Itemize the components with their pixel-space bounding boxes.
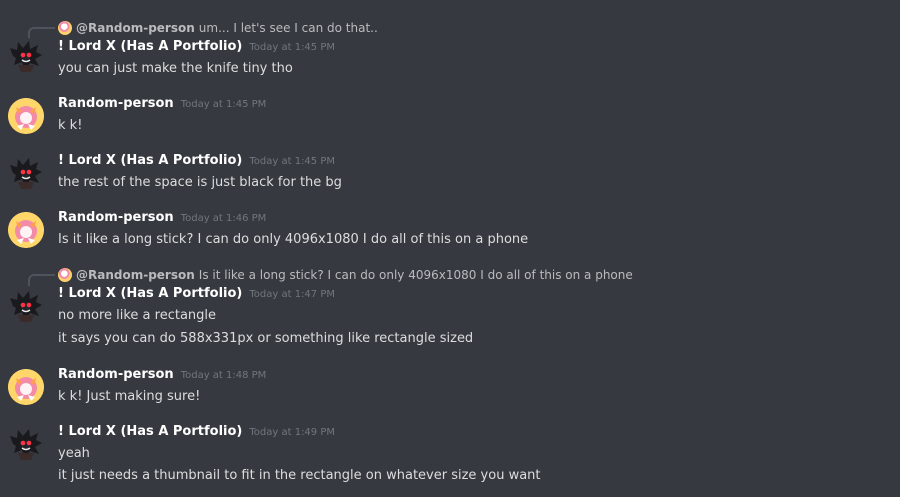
reply-avatar xyxy=(58,21,72,35)
message: ! Lord X (Has A Portfolio) Today at 1:45… xyxy=(0,141,900,199)
lord-x-avatar-art xyxy=(10,41,42,72)
message: @Random-person Is it like a long stick? … xyxy=(0,257,900,360)
message-header: ! Lord X (Has A Portfolio) Today at 1:49… xyxy=(58,424,335,444)
message-text: the rest of the space is just black for … xyxy=(58,175,342,190)
random-person-avatar-art xyxy=(8,369,44,405)
timestamp[interactable]: Today at 1:48 PM xyxy=(181,370,267,381)
reply-connector xyxy=(28,274,55,286)
timestamp[interactable]: Today at 1:45 PM xyxy=(249,156,335,167)
timestamp[interactable]: Today at 1:47 PM xyxy=(249,289,335,300)
message-text: Is it like a long stick? I can do only 4… xyxy=(58,232,529,247)
lord-x-avatar-art xyxy=(10,429,42,460)
message-text: it just needs a thumbnail to fit in the … xyxy=(58,468,541,483)
timestamp[interactable]: Today at 1:45 PM xyxy=(249,42,335,53)
message: Random-person Today at 1:48 PM k k! Just… xyxy=(0,360,900,418)
username[interactable]: Random-person xyxy=(58,210,174,225)
reply-preview[interactable]: @Random-person Is it like a long stick? … xyxy=(28,267,633,286)
message-text: you can just make the knife tiny tho xyxy=(58,61,293,76)
message: Random-person Today at 1:46 PM Is it lik… xyxy=(0,199,900,257)
message-header: Random-person Today at 1:46 PM xyxy=(58,210,266,230)
reply-connector xyxy=(28,27,55,39)
message-text: no more like a rectangle xyxy=(58,308,217,323)
message-text: k k! Just making sure! xyxy=(58,389,201,404)
message: @Random-person um... I let's see I can d… xyxy=(0,0,900,85)
random-person-avatar[interactable] xyxy=(8,98,44,134)
reply-preview[interactable]: @Random-person um... I let's see I can d… xyxy=(28,20,378,39)
random-person-avatar-art xyxy=(8,98,44,134)
message-header: ! Lord X (Has A Portfolio) Today at 1:45… xyxy=(58,153,335,173)
message-text: k k! xyxy=(58,118,83,133)
message: Random-person Today at 1:45 PM k k! xyxy=(0,85,900,141)
timestamp[interactable]: Today at 1:49 PM xyxy=(249,427,335,438)
chat-messages[interactable]: @Random-person um... I let's see I can d… xyxy=(0,0,900,497)
reply-author[interactable]: @Random-person xyxy=(76,21,195,35)
lord-x-avatar-art xyxy=(10,158,42,189)
message-header: ! Lord X (Has A Portfolio) Today at 1:45… xyxy=(58,39,335,59)
username[interactable]: Random-person xyxy=(58,367,174,382)
username[interactable]: ! Lord X (Has A Portfolio) xyxy=(58,153,242,168)
message: ! Lord X (Has A Portfolio) Today at 1:49… xyxy=(0,418,900,497)
random-person-avatar[interactable] xyxy=(8,212,44,248)
username[interactable]: ! Lord X (Has A Portfolio) xyxy=(58,39,242,54)
message-header: Random-person Today at 1:45 PM xyxy=(58,96,266,116)
random-person-avatar[interactable] xyxy=(8,369,44,405)
reply-text[interactable]: um... I let's see I can do that.. xyxy=(199,21,378,35)
reply-author[interactable]: @Random-person xyxy=(76,268,195,282)
lord-x-avatar[interactable] xyxy=(8,288,44,324)
random-person-avatar-art xyxy=(8,212,44,248)
lord-x-avatar[interactable] xyxy=(8,38,44,74)
username[interactable]: ! Lord X (Has A Portfolio) xyxy=(58,424,242,439)
lord-x-avatar-art xyxy=(10,291,42,322)
username[interactable]: ! Lord X (Has A Portfolio) xyxy=(58,286,242,301)
lord-x-avatar[interactable] xyxy=(8,426,44,462)
lord-x-avatar[interactable] xyxy=(8,155,44,191)
message-text: yeah xyxy=(58,446,90,461)
message-header: Random-person Today at 1:48 PM xyxy=(58,367,266,387)
timestamp[interactable]: Today at 1:45 PM xyxy=(181,99,267,110)
username[interactable]: Random-person xyxy=(58,96,174,111)
message-text: it says you can do 588x331px or somethin… xyxy=(58,331,474,346)
reply-avatar xyxy=(58,268,72,282)
message-header: ! Lord X (Has A Portfolio) Today at 1:47… xyxy=(58,286,335,306)
reply-text[interactable]: Is it like a long stick? I can do only 4… xyxy=(199,268,633,282)
timestamp[interactable]: Today at 1:46 PM xyxy=(181,213,267,224)
